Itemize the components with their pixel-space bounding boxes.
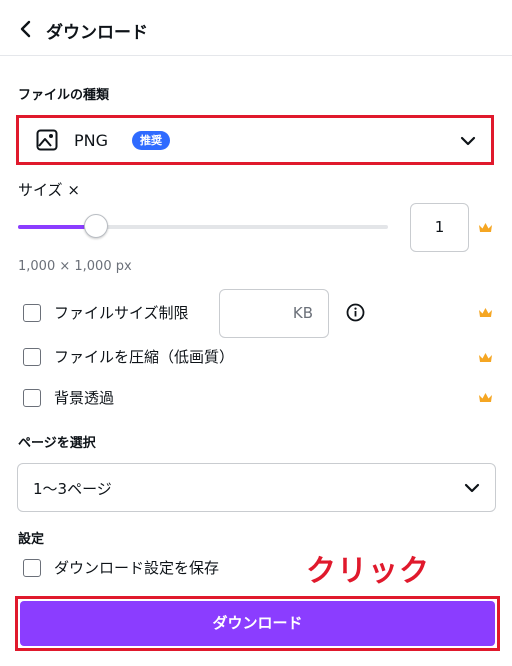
crown-icon [479, 223, 492, 232]
chevron-left-icon[interactable] [18, 20, 34, 38]
filesize-limit-checkbox[interactable] [23, 304, 41, 322]
click-annotation: クリック [306, 554, 430, 589]
download-button[interactable]: ダウンロード [20, 601, 495, 646]
kb-unit: KB [292, 304, 313, 322]
filesize-limit-label: ファイルサイズ制限 [54, 304, 189, 322]
chevron-down-icon [464, 483, 480, 493]
chevron-down-icon [460, 136, 476, 146]
file-type-value: PNG [74, 131, 109, 150]
save-settings-label: ダウンロード設定を保存 [54, 559, 220, 577]
page-select-value: 1〜3ページ [33, 480, 112, 498]
compress-label: ファイルを圧縮（低画質） [54, 348, 235, 366]
page-title: ダウンロード [46, 23, 148, 43]
crown-icon [479, 393, 492, 402]
file-type-dropdown[interactable]: PNG 推奨 [16, 115, 494, 165]
file-type-label: ファイルの種類 [18, 88, 110, 103]
compress-checkbox[interactable] [23, 348, 41, 366]
transparent-bg-checkbox[interactable] [23, 389, 41, 407]
size-slider[interactable] [18, 214, 388, 238]
crown-icon [479, 308, 492, 317]
transparent-bg-label: 背景透過 [54, 389, 115, 407]
slider-thumb[interactable] [84, 214, 108, 238]
crown-icon [479, 353, 492, 362]
save-settings-checkbox[interactable] [23, 559, 41, 577]
size-dimensions: 1,000 × 1,000 px [18, 259, 132, 274]
filesize-limit-input[interactable]: KB [219, 289, 329, 338]
header-bar: ダウンロード [0, 0, 512, 56]
page-select-label: ページを選択 [18, 436, 96, 451]
settings-label: 設定 [18, 532, 45, 547]
size-label: サイズ × [18, 181, 80, 199]
page-select-dropdown[interactable]: 1〜3ページ [17, 463, 496, 512]
info-icon[interactable] [346, 303, 365, 322]
recommended-badge: 推奨 [132, 131, 170, 150]
size-input[interactable]: 1 [410, 203, 469, 252]
image-icon [36, 129, 58, 151]
